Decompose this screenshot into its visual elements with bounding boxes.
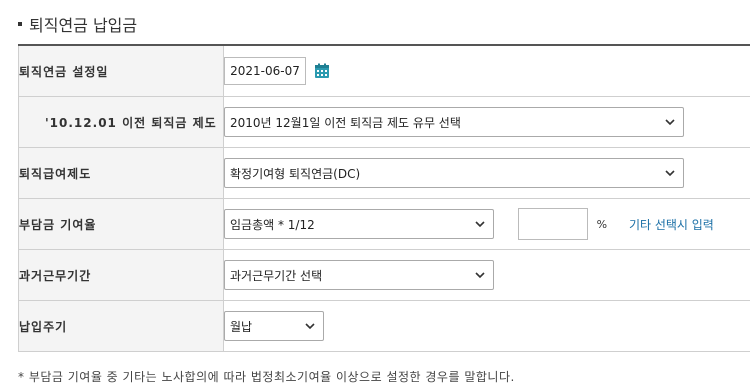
chevron-down-icon [665, 170, 675, 177]
label-payment-cycle: 납입주기 [18, 300, 224, 352]
label-past-service: 과거근무기간 [18, 249, 224, 301]
contribution-rate-input[interactable] [517, 208, 588, 240]
chevron-down-icon [665, 119, 675, 126]
benefit-system-select[interactable]: 확정기여형 퇴직연금(DC) [224, 158, 684, 188]
title-bullet-icon [18, 22, 22, 26]
pre-system-select-value: 2010년 12월1일 이전 퇴직금 제도 유무 선택 [230, 115, 461, 130]
section-title-text: 퇴직연금 납입금 [29, 16, 138, 35]
setup-date-input[interactable]: 2021-06-07 [224, 57, 306, 85]
contribution-rate-select[interactable]: 임금총액 * 1/12 [224, 209, 494, 239]
payment-cycle-select[interactable]: 월납 [224, 311, 324, 341]
pre-system-select[interactable]: 2010년 12월1일 이전 퇴직금 제도 유무 선택 [224, 107, 684, 137]
row-past-service: 과거근무기간 과거근무기간 선택 [18, 249, 750, 301]
row-setup-date: 퇴직연금 설정일 2021-06-07 [18, 44, 750, 97]
row-pre-system: '10.12.01 이전 퇴직금 제도 2010년 12월1일 이전 퇴직금 제… [18, 96, 750, 148]
benefit-system-select-value: 확정기여형 퇴직연금(DC) [230, 166, 361, 181]
chevron-down-icon [475, 221, 485, 228]
row-contribution-rate: 부담금 기여율 임금총액 * 1/12 % 기타 선택시 입력 [18, 198, 750, 250]
chevron-down-icon [305, 323, 315, 330]
footnote: * 부담금 기여율 중 기타는 노사합의에 따라 법정최소기여율 이상으로 설정… [18, 370, 515, 384]
payment-cycle-select-value: 월납 [230, 319, 253, 334]
row-payment-cycle: 납입주기 월납 [18, 300, 750, 352]
pension-form-table: 퇴직연금 설정일 2021-06-07 '10.12.01 이전 퇴직금 제도 … [18, 44, 750, 352]
label-contribution-rate: 부담금 기여율 [18, 198, 224, 250]
calendar-icon[interactable] [314, 63, 330, 79]
contribution-rate-select-value: 임금총액 * 1/12 [230, 217, 315, 232]
row-benefit-system: 퇴직급여제도 확정기여형 퇴직연금(DC) [18, 147, 750, 199]
chevron-down-icon [475, 272, 485, 279]
past-service-select-value: 과거근무기간 선택 [230, 268, 323, 283]
percent-unit: % [596, 217, 608, 231]
section-title: 퇴직연금 납입금 [18, 12, 137, 36]
label-setup-date: 퇴직연금 설정일 [18, 44, 224, 97]
other-input-hint: 기타 선택시 입력 [628, 217, 714, 232]
past-service-select[interactable]: 과거근무기간 선택 [224, 260, 494, 290]
label-pre-system: '10.12.01 이전 퇴직금 제도 [18, 96, 224, 148]
label-benefit-system: 퇴직급여제도 [18, 147, 224, 199]
